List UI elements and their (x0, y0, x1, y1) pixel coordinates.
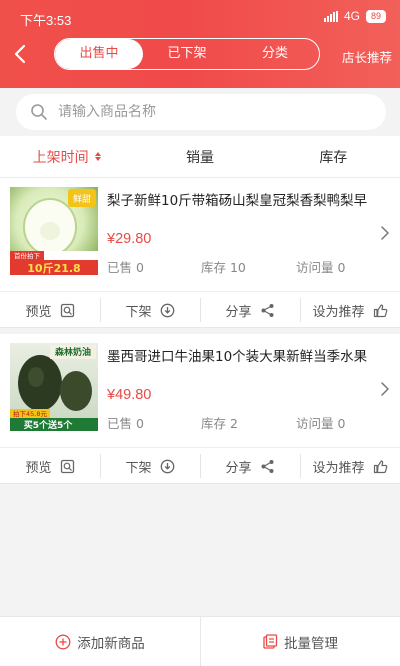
status-time: 下午3:53 (20, 13, 72, 28)
set-recommend-label: 设为推荐 (312, 460, 365, 476)
preview-button[interactable]: 预览 (0, 292, 100, 328)
status-segmented-control: 出售中 已下架 分类 (54, 38, 320, 70)
product-title: 梨子新鲜10斤带箱砀山梨皇冠梨香梨鸭梨早 (107, 193, 368, 209)
chevron-left-icon (14, 44, 26, 64)
tab-category[interactable]: 分类 (231, 39, 319, 69)
battery-icon: 89 (365, 9, 386, 23)
product-thumbnail: 森林奶油 拍下45.8元 买5个送5个 (10, 343, 98, 431)
share-button[interactable]: 分享 (200, 448, 300, 484)
search-area (0, 88, 400, 136)
plus-circle-icon (55, 634, 71, 649)
product-stock: 库存 10 (201, 260, 246, 275)
share-icon (261, 459, 273, 473)
set-recommend-label: 设为推荐 (312, 304, 365, 320)
sort-label: 库存 (319, 149, 348, 166)
product-actions: 预览 下架 分享 设为推荐 (0, 448, 400, 484)
product-price: ¥49.80 (107, 387, 152, 403)
search-box[interactable] (16, 94, 386, 130)
product-stock: 库存 2 (201, 416, 238, 431)
sort-by-sales[interactable]: 销量 (133, 147, 266, 167)
product-price: ¥29.80 (107, 231, 152, 247)
product-thumbnail: 鲜甜 首份拍下 10斤21.8 (10, 187, 98, 275)
product-title: 墨西哥进口牛油果10个装大果新鲜当季水果 (107, 349, 368, 365)
chevron-right-icon[interactable] (380, 381, 390, 397)
thumbs-up-icon (373, 459, 387, 473)
set-recommend-button[interactable]: 设为推荐 (300, 448, 400, 484)
unlist-button[interactable]: 下架 (100, 448, 200, 484)
preview-button[interactable]: 预览 (0, 448, 100, 484)
sort-label: 上架时间 (32, 149, 89, 166)
download-circle-icon (160, 303, 174, 317)
store-recommend-link[interactable]: 店长推荐 (342, 47, 392, 66)
add-product-button[interactable]: 添加新商品 (0, 617, 200, 666)
product-sold: 已售 0 (107, 260, 144, 275)
chevron-right-icon[interactable] (380, 225, 390, 241)
product-views: 访问量 0 (296, 416, 346, 431)
preview-icon (60, 303, 74, 317)
thumb-promo-small: 首份拍下 (14, 251, 41, 260)
share-icon (261, 303, 273, 317)
status-indicators: 4G 89 (323, 9, 386, 23)
thumb-badge: 森林奶油 (55, 346, 91, 358)
unlist-label: 下架 (125, 460, 152, 476)
search-icon (31, 104, 47, 120)
sort-arrows-icon (94, 152, 101, 161)
download-circle-icon (160, 459, 174, 473)
share-button[interactable]: 分享 (200, 292, 300, 328)
preview-icon (60, 459, 74, 473)
unlist-label: 下架 (125, 304, 152, 320)
product-sold: 已售 0 (107, 416, 144, 431)
share-label: 分享 (225, 460, 252, 476)
share-label: 分享 (225, 304, 252, 320)
sort-by-stock[interactable]: 库存 (267, 147, 400, 167)
tab-on-sale[interactable]: 出售中 (55, 39, 143, 69)
app-header: 下午3:53 4G 89 出售中 已下架 分类 店长推荐 (0, 0, 400, 88)
network-type: 4G (343, 9, 360, 23)
bottom-bar: 添加新商品 批量管理 (0, 616, 400, 666)
search-input[interactable] (58, 104, 358, 120)
signal-icon (323, 10, 338, 22)
preview-label: 预览 (25, 304, 52, 320)
product-views: 访问量 0 (296, 260, 346, 275)
preview-label: 预览 (25, 460, 52, 476)
tab-unlisted[interactable]: 已下架 (143, 39, 231, 69)
product-card[interactable]: 森林奶油 拍下45.8元 买5个送5个 墨西哥进口牛油果10个装大果新鲜当季水果… (0, 334, 400, 484)
thumb-promo-small: 拍下45.8元 (13, 409, 47, 418)
thumb-promo-big: 买5个送5个 (24, 419, 74, 431)
product-actions: 预览 下架 分享 设为推荐 (0, 292, 400, 328)
set-recommend-button[interactable]: 设为推荐 (300, 292, 400, 328)
back-button[interactable] (10, 40, 34, 68)
sort-label: 销量 (185, 149, 214, 166)
sort-by-list-time[interactable]: 上架时间 (0, 147, 133, 167)
sort-bar: 上架时间 销量 库存 (0, 136, 400, 178)
thumbs-up-icon (373, 303, 387, 317)
list-manage-icon (263, 633, 278, 649)
status-bar: 下午3:53 4G 89 (0, 0, 400, 36)
unlist-button[interactable]: 下架 (100, 292, 200, 328)
batch-manage-button[interactable]: 批量管理 (200, 617, 400, 666)
thumb-promo-big: 10斤21.8 (27, 261, 80, 275)
batch-manage-label: 批量管理 (284, 635, 338, 652)
thumb-badge: 鲜甜 (73, 193, 91, 205)
add-product-label: 添加新商品 (77, 635, 145, 652)
product-card[interactable]: 鲜甜 首份拍下 10斤21.8 梨子新鲜10斤带箱砀山梨皇冠梨香梨鸭梨早 ¥29… (0, 178, 400, 328)
